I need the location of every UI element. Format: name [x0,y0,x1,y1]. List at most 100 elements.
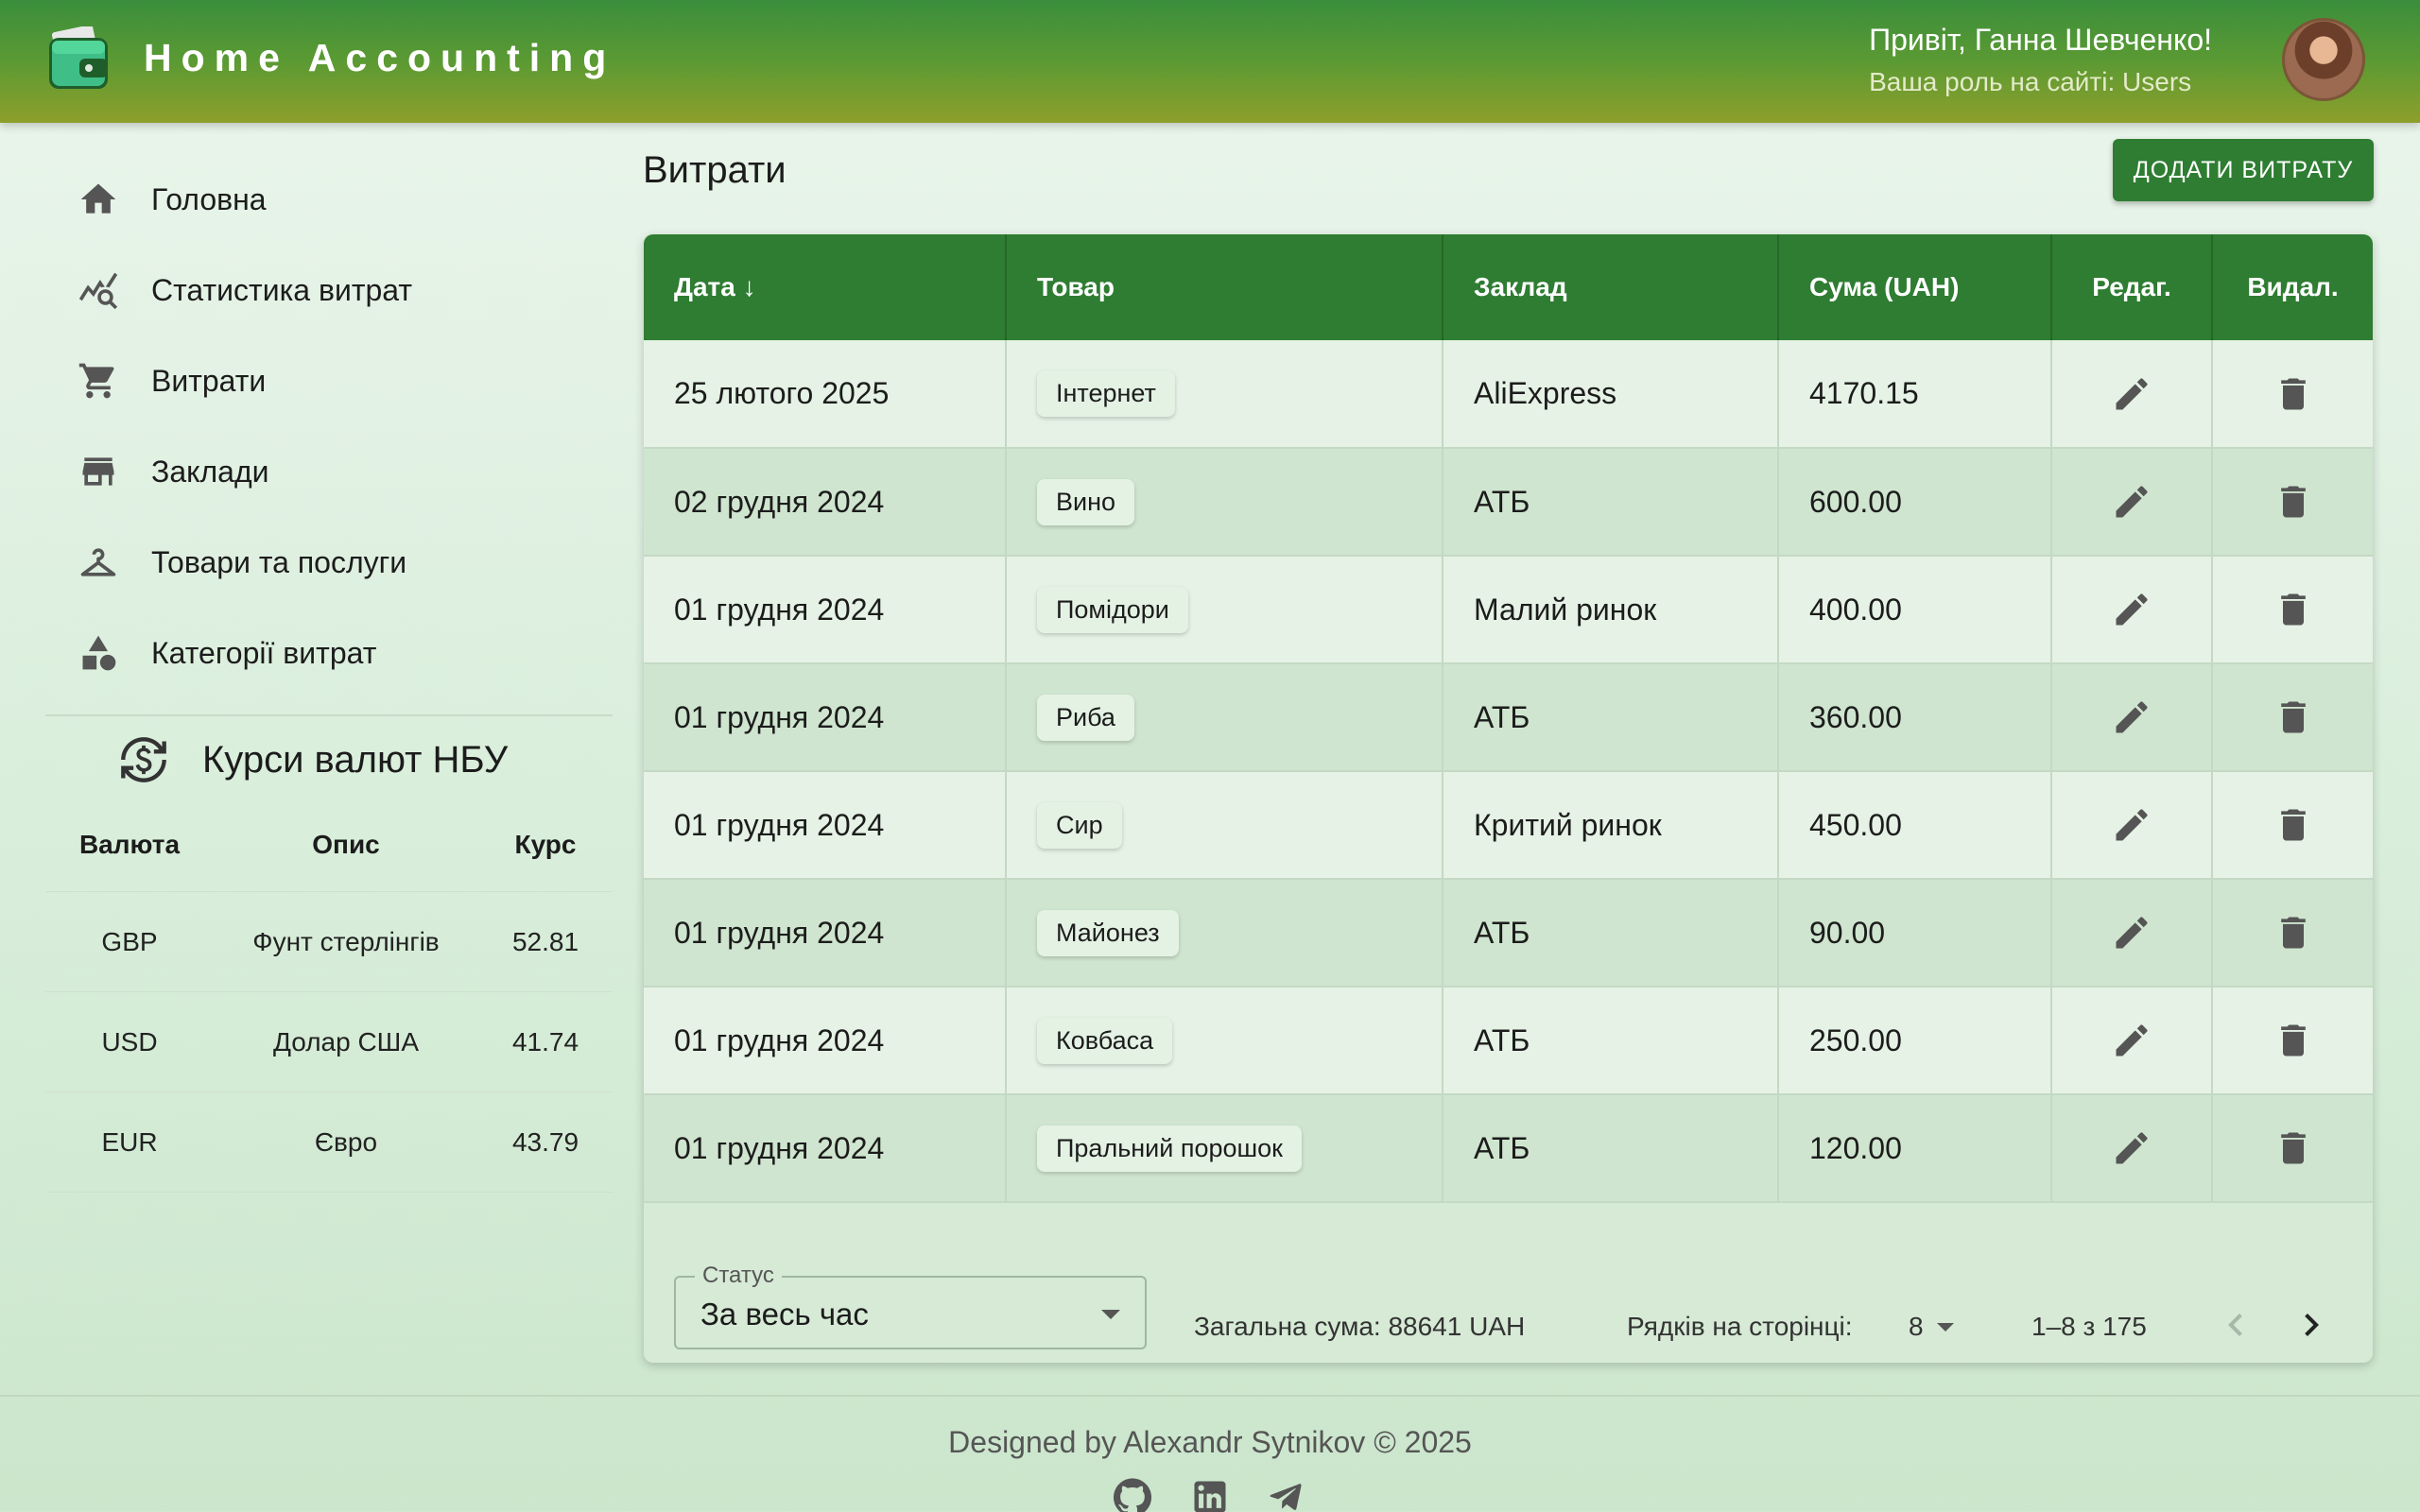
rate-value: 52.81 [511,926,579,956]
edit-icon[interactable] [2111,912,2152,954]
app-title[interactable]: Home Accounting [144,36,615,80]
table-row: 01 грудня 2024 Риба АТБ 360.00 [644,663,2373,772]
caret-down-icon [1101,1310,1120,1319]
rate-code: USD [101,1026,158,1057]
role-text: Ваша роль на сайті: Users [1869,67,2192,96]
rates-row: USD Долар США 41.74 [45,992,613,1092]
cell-sum: 4170.15 [1778,340,2052,449]
cell-date: 01 грудня 2024 [644,771,1007,880]
cell-date: 01 грудня 2024 [644,556,1007,664]
caret-down-icon[interactable] [1937,1323,1954,1332]
page-title: Витрати [643,149,786,191]
cell-place: АТБ [1443,448,1779,557]
pagination-range: 1–8 з 175 [2031,1312,2147,1341]
edit-icon[interactable] [2111,589,2152,630]
sidebar-item-label: Заклади [151,454,269,489]
cell-place: АТБ [1443,1094,1779,1203]
chevron-left-icon [2228,1314,2242,1336]
rates-header-description: Опис [312,829,380,859]
sidebar-item-home[interactable]: Головна [47,154,605,245]
item-chip[interactable]: Сир [1037,801,1122,849]
github-icon[interactable] [1112,1476,1153,1512]
table-row: 01 грудня 2024 Майонез АТБ 90.00 [644,879,2373,988]
greeting-text: Привіт, Ганна Шевченко! [1869,23,2212,57]
cell-date: 02 грудня 2024 [644,448,1007,557]
sidebar-item-statistics[interactable]: Статистика витрат [47,245,605,335]
cell-place: Малий ринок [1443,556,1779,664]
cell-edit [2051,556,2213,664]
cell-delete [2212,340,2373,449]
cell-sum: 400.00 [1778,556,2052,664]
delete-icon[interactable] [2273,804,2314,846]
item-chip[interactable]: Помідори [1037,586,1188,633]
item-chip[interactable]: Вино [1037,478,1135,525]
item-chip[interactable]: Пральний порошок [1037,1125,1302,1172]
cell-edit [2051,1094,2213,1203]
delete-icon[interactable] [2273,589,2314,630]
cell-delete [2212,556,2373,664]
footer-credit: Designed by Alexandr Sytnikov © 2025 [948,1425,1472,1459]
column-header-item[interactable]: Товар [1006,234,1443,340]
user-avatar[interactable] [2282,18,2365,101]
hanger-icon [47,517,151,608]
telegram-icon[interactable] [1265,1476,1306,1512]
item-chip[interactable]: Риба [1037,694,1134,741]
delete-icon[interactable] [2273,696,2314,738]
edit-icon[interactable] [2111,481,2152,523]
linkedin-icon[interactable] [1189,1476,1231,1512]
rows-per-page-select[interactable]: 8 [1909,1312,1924,1342]
cell-item: Вино [1006,448,1443,557]
cell-sum: 360.00 [1778,663,2052,772]
store-icon [47,426,151,517]
edit-icon[interactable] [2111,804,2152,846]
delete-icon[interactable] [2273,1127,2314,1169]
edit-icon[interactable] [2111,696,2152,738]
previous-page-button[interactable] [2213,1302,2258,1348]
cell-edit [2051,879,2213,988]
status-select[interactable]: Статус За весь час [674,1263,1147,1349]
cell-sum: 120.00 [1778,1094,2052,1203]
wallet-logo-icon[interactable] [47,26,110,93]
cell-item: Пральний порошок [1006,1094,1443,1203]
cell-edit [2051,987,2213,1095]
cart-icon [47,335,151,426]
home-icon [47,154,151,245]
rate-desc: Долар США [272,1026,420,1057]
rates-header-currency: Валюта [78,829,181,859]
sidebar-item-expenses[interactable]: Витрати [47,335,605,426]
delete-icon[interactable] [2273,481,2314,523]
column-header-sum[interactable]: Сума (UAH) [1778,234,2052,340]
cell-place: AliExpress [1443,340,1779,449]
item-chip[interactable]: Інтернет [1037,370,1175,417]
status-label: Статус [695,1263,782,1289]
edit-icon[interactable] [2111,373,2152,415]
sidebar-item-label: Категорії витрат [151,635,377,670]
cell-item: Ковбаса [1006,987,1443,1095]
delete-icon[interactable] [2273,1020,2314,1061]
column-header-date[interactable]: Дата ↓ [644,234,1007,340]
edit-icon[interactable] [2111,1020,2152,1061]
cell-edit [2051,448,2213,557]
cell-place: Критий ринок [1443,771,1779,880]
table-header-row: Дата ↓ Товар Заклад Сума (UAH) Редаг. Ви… [644,234,2373,340]
add-expense-button[interactable]: ДОДАТИ ВИТРАТУ [2113,139,2374,201]
table-footer: Статус За весь час Загальна сума: 88641 … [644,1208,2373,1363]
sidebar-item-categories[interactable]: Категорії витрат [47,608,605,698]
delete-icon[interactable] [2273,912,2314,954]
table-row: 01 грудня 2024 Ковбаса АТБ 250.00 [644,987,2373,1095]
next-page-button[interactable] [2289,1302,2334,1348]
expenses-table: Дата ↓ Товар Заклад Сума (UAH) Редаг. Ви… [644,234,2373,1203]
edit-icon[interactable] [2111,1127,2152,1169]
sidebar-item-goods[interactable]: Товари та послуги [47,517,605,608]
item-chip[interactable]: Ковбаса [1037,1017,1173,1064]
sidebar-divider [45,714,613,716]
sidebar-item-label: Товари та послуги [151,544,407,579]
sidebar-item-label: Головна [151,181,267,216]
column-header-place[interactable]: Заклад [1443,234,1779,340]
cell-delete [2212,448,2373,557]
delete-icon[interactable] [2273,373,2314,415]
item-chip[interactable]: Майонез [1037,909,1179,956]
shapes-icon [47,608,151,698]
cell-edit [2051,771,2213,880]
sidebar-item-places[interactable]: Заклади [47,426,605,517]
